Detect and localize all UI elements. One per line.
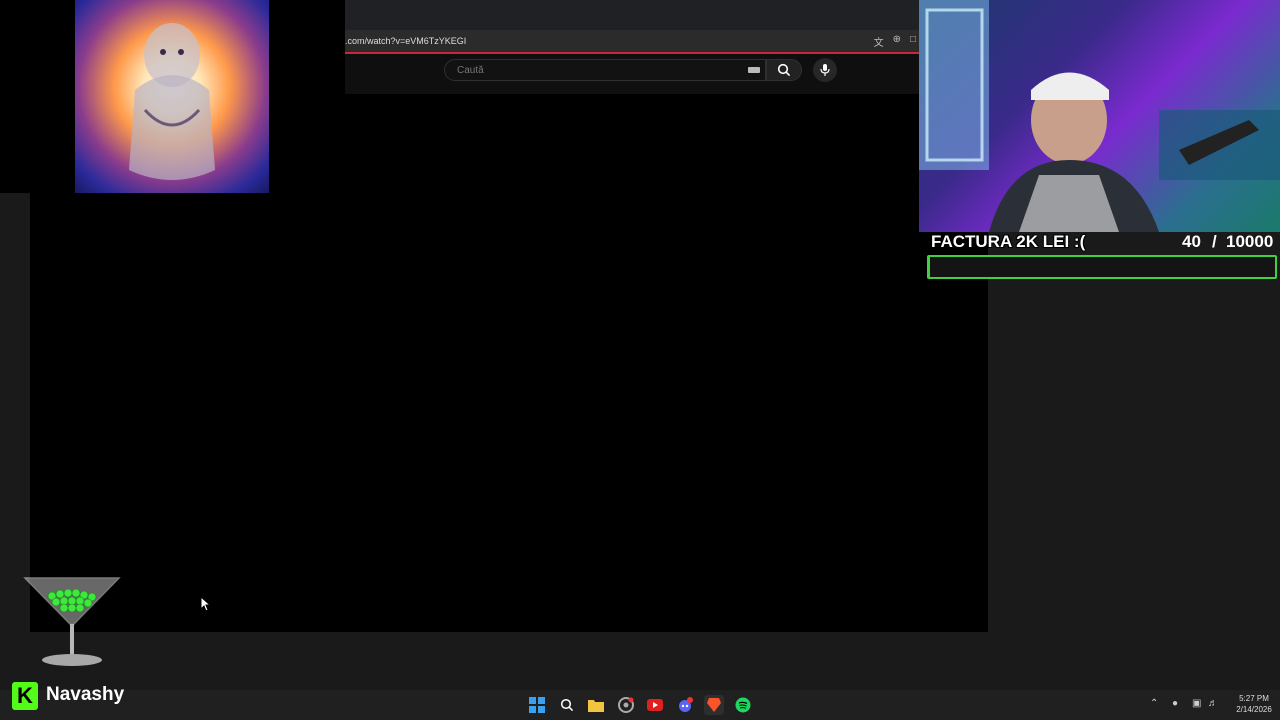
- translate-icon[interactable]: 文: [874, 34, 884, 49]
- clock-date: 2/14/2026: [1236, 705, 1272, 714]
- anime-character-overlay: [75, 0, 269, 193]
- microphone-tray-icon[interactable]: ●: [1172, 698, 1178, 709]
- search-icon[interactable]: [557, 695, 577, 715]
- chrome-icon[interactable]: [616, 695, 636, 715]
- folder-glyph: [588, 700, 604, 712]
- streamer-video: [919, 0, 1280, 232]
- zoom-icon[interactable]: ⊕: [893, 34, 901, 49]
- channel-name: Navashy: [46, 684, 125, 705]
- goal-current-amount: 40: [1182, 232, 1201, 251]
- network-icon[interactable]: ▣: [1192, 698, 1201, 709]
- address-bar[interactable]: .com/watch?v=eVM6TzYKEGI 文 ⊕ □: [335, 30, 920, 54]
- spotify-glyph: [735, 697, 751, 713]
- search-icon: [777, 63, 791, 77]
- url-text[interactable]: .com/watch?v=eVM6TzYKEGI: [345, 36, 466, 46]
- windows-start-icon[interactable]: [527, 695, 547, 715]
- clock-time: 5:27 PM: [1239, 694, 1269, 703]
- goal-label: FACTURA 2K LEI :(: [931, 232, 1086, 251]
- browser-glyph: [618, 697, 634, 713]
- windows-logo-icon: [529, 697, 545, 713]
- taskbar-search-glyph: [560, 698, 574, 712]
- search-button[interactable]: [766, 59, 802, 81]
- martini-glass-icon: [23, 577, 121, 666]
- youtube-glyph: [647, 699, 663, 711]
- windows-taskbar: [0, 690, 1280, 720]
- keyboard-icon[interactable]: [748, 67, 760, 73]
- voice-search-button[interactable]: [813, 58, 837, 82]
- brave-icon[interactable]: [704, 695, 724, 715]
- window-icon[interactable]: □: [910, 34, 916, 49]
- kick-logo-letter: K: [17, 683, 33, 708]
- anime-character-figure: [129, 23, 215, 180]
- brave-glyph: [707, 698, 721, 712]
- youtube-icon[interactable]: [645, 695, 665, 715]
- webcam-feed: [919, 0, 1280, 232]
- clock[interactable]: 5:27 PM 2/14/2026: [1232, 693, 1276, 715]
- search-box[interactable]: [444, 59, 766, 81]
- file-explorer-icon[interactable]: [586, 695, 606, 715]
- microphone-icon: [820, 64, 830, 76]
- spotify-icon[interactable]: [733, 695, 753, 715]
- chevron-up-icon[interactable]: ⌃: [1150, 698, 1158, 709]
- discord-icon[interactable]: [675, 695, 695, 715]
- goal-separator: /: [1212, 232, 1217, 251]
- kick-logo-icon: K: [12, 682, 38, 710]
- goal-progress-fill: [929, 257, 931, 277]
- volume-icon[interactable]: ♬: [1208, 698, 1218, 709]
- discord-glyph: [679, 697, 693, 712]
- goal-progress-bar: [927, 255, 1277, 279]
- goal-target-amount: 10000: [1226, 232, 1274, 251]
- search-input[interactable]: [455, 64, 719, 77]
- mouse-cursor-icon: [200, 596, 212, 612]
